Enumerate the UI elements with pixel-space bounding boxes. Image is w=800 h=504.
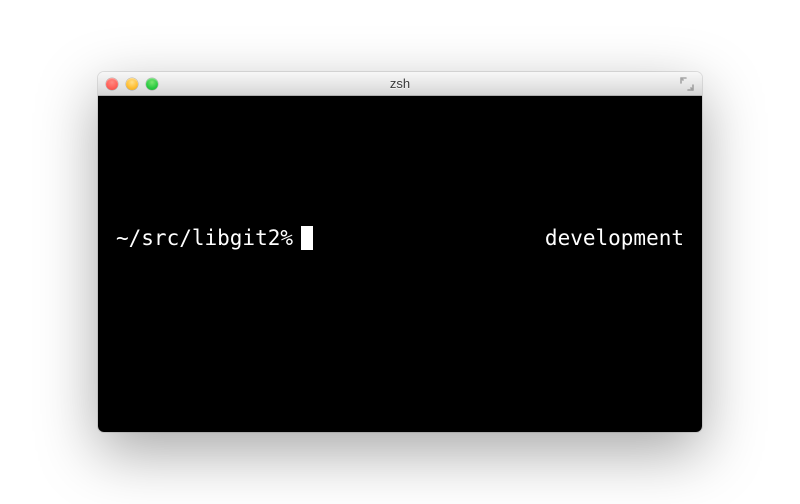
traffic-lights <box>106 78 158 90</box>
terminal-body[interactable]: ~/src/libgit2% development <box>98 96 702 432</box>
prompt-path: ~/src/libgit2% <box>116 226 293 250</box>
right-prompt: development <box>545 226 684 250</box>
titlebar[interactable]: zsh <box>98 72 702 96</box>
zoom-button[interactable] <box>146 78 158 90</box>
terminal-window: zsh ~/src/libgit2% development <box>98 72 702 432</box>
fullscreen-icon[interactable] <box>680 77 694 91</box>
prompt-line: ~/src/libgit2% development <box>116 226 684 250</box>
cursor <box>301 226 313 250</box>
close-button[interactable] <box>106 78 118 90</box>
left-prompt: ~/src/libgit2% <box>116 226 313 250</box>
window-title: zsh <box>98 76 702 91</box>
minimize-button[interactable] <box>126 78 138 90</box>
